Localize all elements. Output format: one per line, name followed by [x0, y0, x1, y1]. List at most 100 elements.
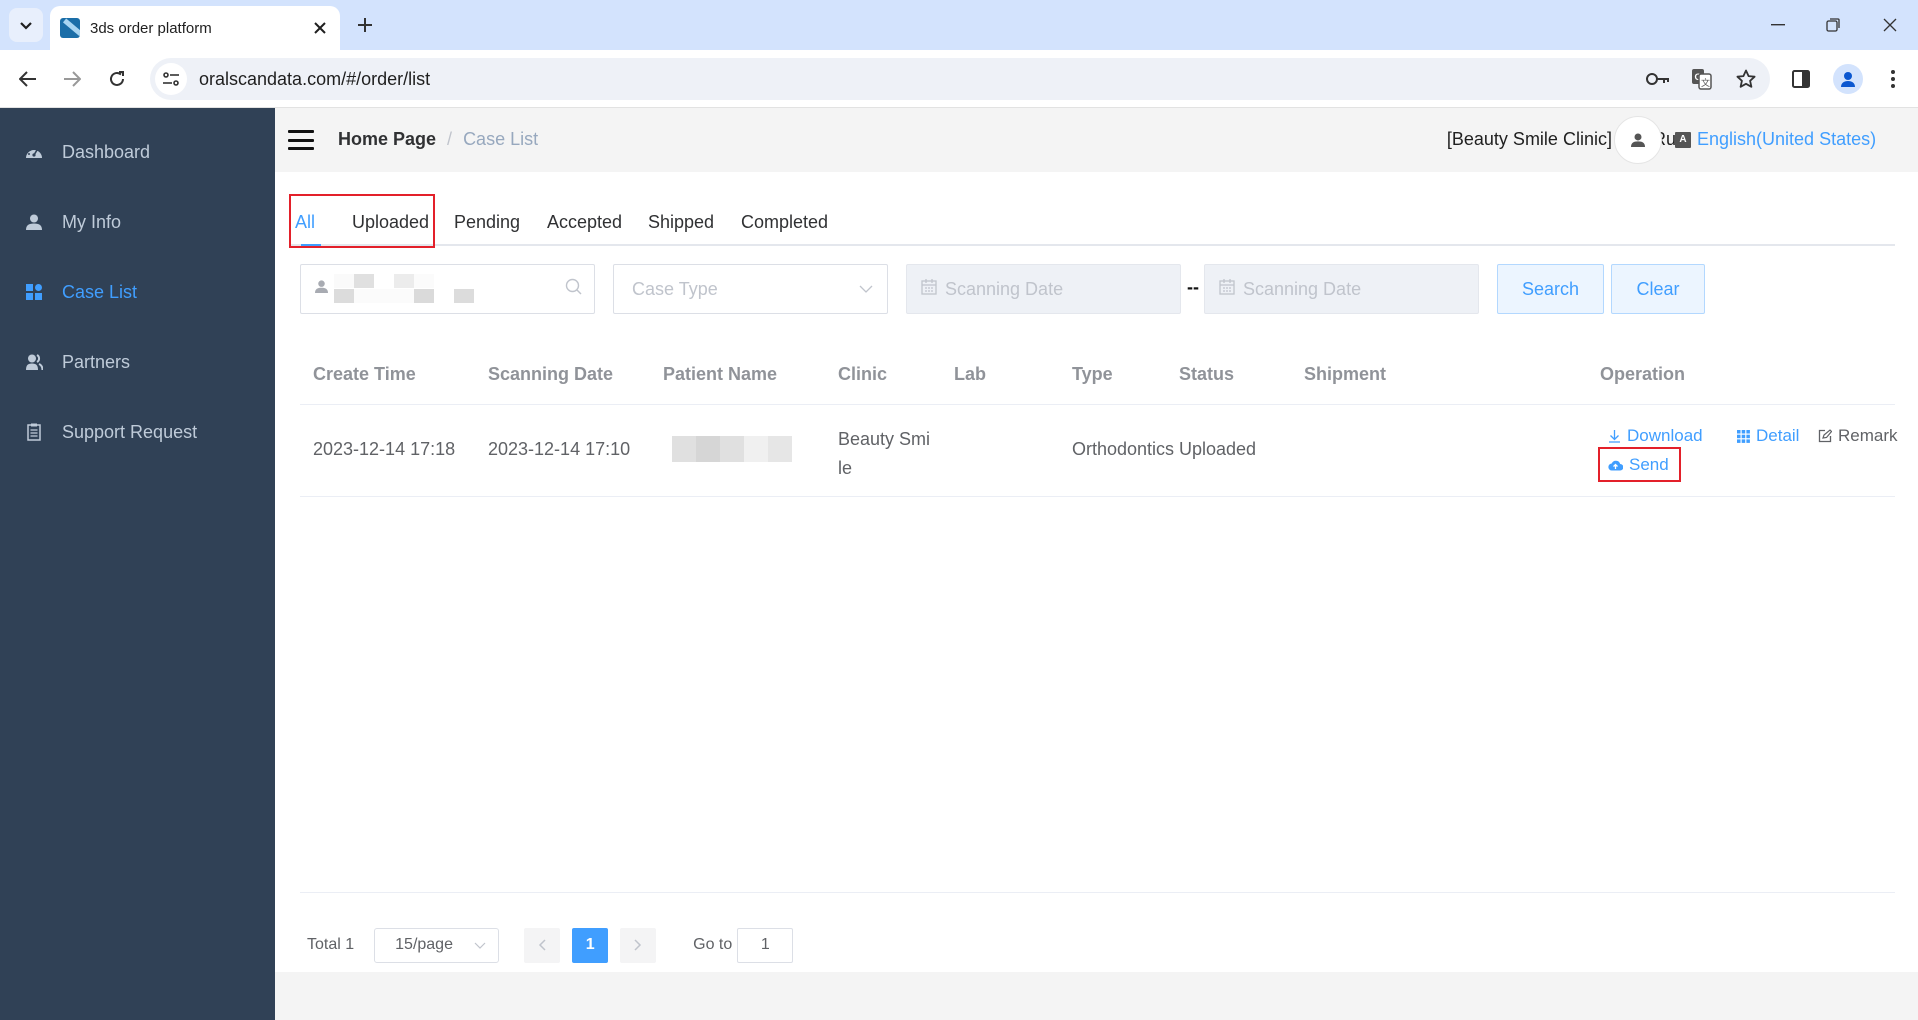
sidebar-item-dashboard[interactable]: Dashboard [0, 117, 275, 187]
chevron-left-icon [539, 939, 546, 951]
remark-button[interactable]: Remark [1818, 426, 1898, 446]
hamburger-menu-icon[interactable] [288, 130, 314, 150]
reload-button[interactable] [100, 62, 134, 96]
arrow-left-icon [19, 71, 36, 87]
avatar[interactable] [1614, 116, 1662, 164]
column-header-status: Status [1179, 364, 1235, 384]
chevron-down-icon [859, 280, 873, 298]
calendar-icon [1219, 278, 1235, 300]
cell-clinic-line2: le [838, 458, 853, 478]
table-row: 2023-12-14 17:18 2023-12-14 17:10 Beauty… [300, 405, 1898, 497]
scan-date-end-placeholder: Scanning Date [1243, 278, 1362, 299]
star-icon[interactable] [1726, 63, 1766, 95]
breadcrumb-separator: / [447, 129, 453, 149]
scan-date-end-input[interactable]: Scanning Date [1204, 264, 1479, 314]
next-page-button[interactable] [620, 927, 657, 963]
sidebar-item-support-request[interactable]: Support Request [0, 397, 275, 467]
detail-button[interactable]: Detail [1737, 426, 1799, 446]
prev-page-button[interactable] [524, 927, 561, 963]
forward-button[interactable] [55, 62, 89, 96]
cloud-upload-icon [1608, 459, 1623, 471]
sidebar-item-my-info[interactable]: My Info [0, 187, 275, 257]
page-size-select[interactable]: 15/page [374, 927, 500, 963]
date-range-separator: -- [1187, 277, 1199, 297]
window-close-button[interactable] [1870, 8, 1910, 42]
browser-tab[interactable]: 3ds order platform [50, 6, 340, 50]
chevron-down-icon [474, 936, 486, 954]
tab-pending[interactable]: Pending [454, 212, 520, 233]
download-icon [1608, 429, 1621, 443]
calendar-icon [921, 278, 937, 300]
case-type-placeholder: Case Type [632, 278, 718, 299]
detail-label: Detail [1756, 426, 1800, 445]
search-icon[interactable] [565, 278, 582, 300]
patient-search-input[interactable] [300, 264, 595, 314]
user-icon [315, 280, 328, 298]
scan-date-start-input[interactable]: Scanning Date [906, 264, 1181, 314]
tab-accepted[interactable]: Accepted [547, 212, 622, 233]
back-button[interactable] [11, 62, 45, 96]
column-header-operation: Operation [1600, 364, 1686, 384]
status-tabs: All Uploaded Pending Accepted Shipped Co… [289, 202, 1895, 246]
sidebar-item-partners[interactable]: Partners [0, 327, 275, 397]
language-icon: A [1675, 131, 1691, 148]
tab-completed[interactable]: Completed [741, 212, 828, 233]
cell-scanning-date: 2023-12-14 17:10 [488, 439, 631, 459]
grid-icon [24, 282, 44, 302]
cell-clinic: Beauty Smi le [838, 425, 930, 483]
goto-label: Go to [693, 936, 733, 953]
clear-button[interactable]: Clear [1611, 264, 1705, 314]
close-tab-icon[interactable] [306, 14, 334, 42]
tab-search-button[interactable] [9, 8, 43, 42]
tab-shipped[interactable]: Shipped [648, 212, 714, 233]
pagination-divider [300, 892, 1895, 893]
sidebar: Dashboard My Info Case List Partners Sup… [0, 108, 275, 1020]
sidebar-item-label: Case List [62, 281, 138, 302]
column-header-shipment: Shipment [1304, 364, 1387, 384]
browser-menu-button[interactable] [1876, 62, 1910, 96]
kebab-menu-icon [1891, 70, 1895, 88]
user-avatar-icon [1631, 133, 1645, 147]
scan-date-start-placeholder: Scanning Date [945, 278, 1064, 299]
translate-icon[interactable]: G文 [1682, 63, 1722, 95]
sidebar-item-label: Dashboard [62, 141, 151, 162]
new-tab-button[interactable] [350, 10, 380, 40]
language-selector[interactable]: A English(United States) [1675, 129, 1876, 150]
column-header-create-time: Create Time [313, 364, 416, 384]
side-panel-button[interactable] [1784, 62, 1818, 96]
search-button[interactable]: Search [1497, 264, 1604, 314]
site-info-icon[interactable] [155, 63, 187, 95]
download-button[interactable]: Download [1608, 426, 1703, 446]
arrow-right-icon [64, 71, 81, 87]
browser-tabstrip: 3ds order platform [0, 0, 1918, 50]
send-label: Send [1629, 455, 1669, 474]
favicon-icon [60, 18, 80, 38]
grid-detail-icon [1737, 429, 1750, 443]
page-number-current[interactable]: 1 [572, 927, 609, 963]
case-type-select[interactable]: Case Type [613, 264, 888, 314]
send-button[interactable]: Send [1608, 455, 1669, 475]
tab-all[interactable]: All [295, 212, 315, 233]
profile-button[interactable] [1831, 62, 1865, 96]
tab-uploaded[interactable]: Uploaded [352, 212, 429, 233]
remark-label: Remark [1838, 426, 1898, 445]
breadcrumb-home[interactable]: Home Page [338, 129, 436, 150]
key-icon[interactable] [1638, 63, 1678, 95]
address-bar[interactable]: oralscandata.com/#/order/list G文 [150, 58, 1770, 100]
column-header-patient-name: Patient Name [663, 364, 778, 384]
goto-page-input[interactable]: 1 [737, 927, 794, 963]
chevron-right-icon [634, 939, 642, 951]
cell-create-time: 2023-12-14 17:18 [313, 439, 456, 459]
restore-icon [1826, 18, 1840, 32]
download-label: Download [1627, 426, 1703, 445]
content-panel: All Uploaded Pending Accepted Shipped Co… [275, 172, 1918, 972]
url-text[interactable]: oralscandata.com/#/order/list [199, 69, 1638, 90]
sidebar-item-case-list[interactable]: Case List [0, 257, 275, 327]
restore-button[interactable] [1813, 8, 1853, 42]
side-panel-icon [1792, 70, 1810, 88]
language-label: English(United States) [1697, 129, 1877, 149]
minimize-button[interactable] [1758, 8, 1798, 42]
breadcrumb: Home Page / Case List [338, 129, 538, 150]
minimize-icon [1771, 24, 1785, 26]
users-icon [24, 352, 44, 372]
